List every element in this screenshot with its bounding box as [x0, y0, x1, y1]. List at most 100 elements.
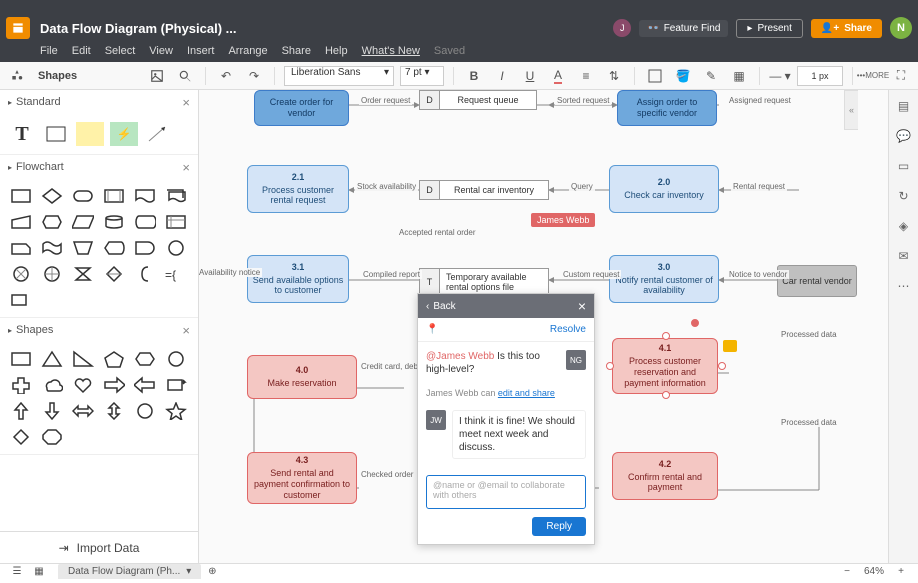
node-4-0[interactable]: 4.0Make reservation — [247, 355, 357, 399]
node-4-3[interactable]: 4.3Send rental and payment confirmation … — [247, 452, 357, 504]
import-data-button[interactable]: ⇥ Import Data — [0, 531, 198, 563]
node-4-2[interactable]: 4.2Confirm rental and payment — [612, 452, 718, 500]
fc-blank[interactable] — [8, 289, 34, 311]
rotate-handle[interactable] — [691, 319, 699, 327]
fc-brace-l[interactable] — [132, 263, 158, 285]
datastore-temp[interactable]: TTemporary available rental options file — [419, 268, 549, 296]
fc-tape[interactable] — [39, 237, 65, 259]
arrow-shape[interactable] — [144, 122, 172, 146]
fc-delay[interactable] — [132, 237, 158, 259]
fc-manual-input[interactable] — [8, 211, 34, 233]
user-avatar[interactable]: N — [890, 17, 912, 39]
sh-rectout[interactable] — [163, 374, 189, 396]
sh-diamond[interactable] — [8, 426, 34, 448]
close-icon[interactable]: × — [182, 323, 190, 338]
fc-internal[interactable] — [163, 211, 189, 233]
menu-arrange[interactable]: Arrange — [228, 45, 267, 57]
fc-connector[interactable] — [163, 237, 189, 259]
selection-handle[interactable] — [662, 391, 670, 399]
fullscreen-icon[interactable]: ⛶ — [890, 65, 912, 87]
redo-icon[interactable]: ↷ — [243, 65, 265, 87]
panel-flowchart[interactable]: ▸ Flowchart × — [0, 155, 198, 179]
text-color-icon[interactable]: A — [547, 65, 569, 87]
sh-udarrow[interactable] — [101, 400, 127, 422]
text-tool[interactable]: T — [8, 122, 36, 146]
sh-rtriangle[interactable] — [70, 348, 96, 370]
sh-triangle[interactable] — [39, 348, 65, 370]
zoom-in-button[interactable]: + — [890, 561, 912, 583]
menu-share[interactable]: Share — [282, 45, 311, 57]
shape-style-icon[interactable]: ▦ — [728, 65, 750, 87]
fc-brace-eq[interactable]: ={ — [163, 263, 189, 285]
app-logo[interactable] — [6, 17, 30, 39]
node-3-0[interactable]: 3.0Notify rental customer of availabilit… — [609, 255, 719, 303]
border-color-icon[interactable]: ✎ — [700, 65, 722, 87]
line-style-icon[interactable]: — ▾ — [769, 65, 791, 87]
close-icon[interactable]: × — [182, 160, 190, 175]
fc-collate[interactable] — [70, 263, 96, 285]
fc-preparation[interactable] — [39, 211, 65, 233]
fc-data[interactable] — [70, 211, 96, 233]
rail-chat-icon[interactable]: ✉ — [894, 246, 914, 266]
feature-find-button[interactable]: 👓 Feature Find — [639, 20, 728, 37]
collaborator-avatar[interactable]: J — [613, 19, 631, 37]
fc-sort[interactable] — [101, 263, 127, 285]
block-shape[interactable]: ⚡ — [110, 122, 138, 146]
fc-manual-op[interactable] — [70, 237, 96, 259]
pin-icon[interactable]: 📍 — [426, 324, 438, 335]
fc-database[interactable] — [101, 211, 127, 233]
rail-layers-icon[interactable]: ◈ — [894, 216, 914, 236]
page-tab[interactable]: Data Flow Diagram (Ph...▾ — [58, 564, 201, 579]
menu-insert[interactable]: Insert — [187, 45, 215, 57]
fc-multidoc[interactable] — [163, 185, 189, 207]
sh-circle[interactable] — [163, 348, 189, 370]
fontsize-select[interactable]: 7 pt ▾ — [400, 66, 444, 86]
perm-link[interactable]: edit and share — [498, 388, 555, 398]
sh-cross[interactable] — [8, 374, 34, 396]
fc-or[interactable] — [39, 263, 65, 285]
selection-handle[interactable] — [606, 362, 614, 370]
list-view-icon[interactable]: ☰ — [6, 561, 28, 583]
rail-present-icon[interactable]: ▭ — [894, 156, 914, 176]
fc-process[interactable] — [8, 185, 34, 207]
fc-card[interactable] — [8, 237, 34, 259]
comment-input[interactable]: @name or @email to collaborate with othe… — [426, 475, 586, 509]
menu-file[interactable]: File — [40, 45, 58, 57]
reply-button[interactable]: Reply — [532, 517, 586, 536]
rail-comment-icon[interactable]: 💬 — [894, 126, 914, 146]
line-width-select[interactable]: 1 px — [797, 66, 843, 86]
fc-decision[interactable] — [39, 185, 65, 207]
rail-more-icon[interactable]: ⋯ — [894, 276, 914, 296]
sh-octagon[interactable] — [39, 426, 65, 448]
panel-shapes[interactable]: ▸ Shapes × — [0, 318, 198, 342]
fc-sumjunction[interactable] — [8, 263, 34, 285]
add-page-button[interactable]: ⊕ — [201, 561, 223, 583]
node-assign-order[interactable]: Assign order to specific vendor — [617, 90, 717, 126]
sh-lrarrow[interactable] — [70, 400, 96, 422]
image-icon[interactable] — [146, 65, 168, 87]
font-select[interactable]: Liberation Sans▾ — [284, 66, 394, 86]
menu-edit[interactable]: Edit — [72, 45, 91, 57]
sh-circle2[interactable] — [132, 400, 158, 422]
menu-view[interactable]: View — [149, 45, 173, 57]
sh-hexagon[interactable] — [132, 348, 158, 370]
node-create-order[interactable]: Create order for vendor — [254, 90, 349, 126]
node-4-1[interactable]: 4.1Process customer reservation and paym… — [612, 338, 718, 394]
menu-whatsnew[interactable]: What's New — [362, 45, 420, 57]
rail-history-icon[interactable]: ↻ — [894, 186, 914, 206]
sh-larrow[interactable] — [132, 374, 158, 396]
sh-rarrow[interactable] — [101, 374, 127, 396]
search-icon[interactable] — [174, 65, 196, 87]
node-3-1[interactable]: 3.1Send available options to customer — [247, 255, 349, 303]
sh-heart[interactable] — [70, 374, 96, 396]
zoom-out-button[interactable]: − — [836, 561, 858, 583]
fill-icon[interactable] — [644, 65, 666, 87]
share-button[interactable]: 👤+ Share — [811, 19, 882, 38]
present-button[interactable]: ▸ Present — [736, 19, 803, 38]
note-shape[interactable] — [76, 122, 104, 146]
fc-directdata[interactable] — [132, 211, 158, 233]
sh-pentagon[interactable] — [101, 348, 127, 370]
selection-handle[interactable] — [718, 362, 726, 370]
align-icon[interactable]: ≡ — [575, 65, 597, 87]
grid-view-icon[interactable]: ▦ — [28, 561, 50, 583]
